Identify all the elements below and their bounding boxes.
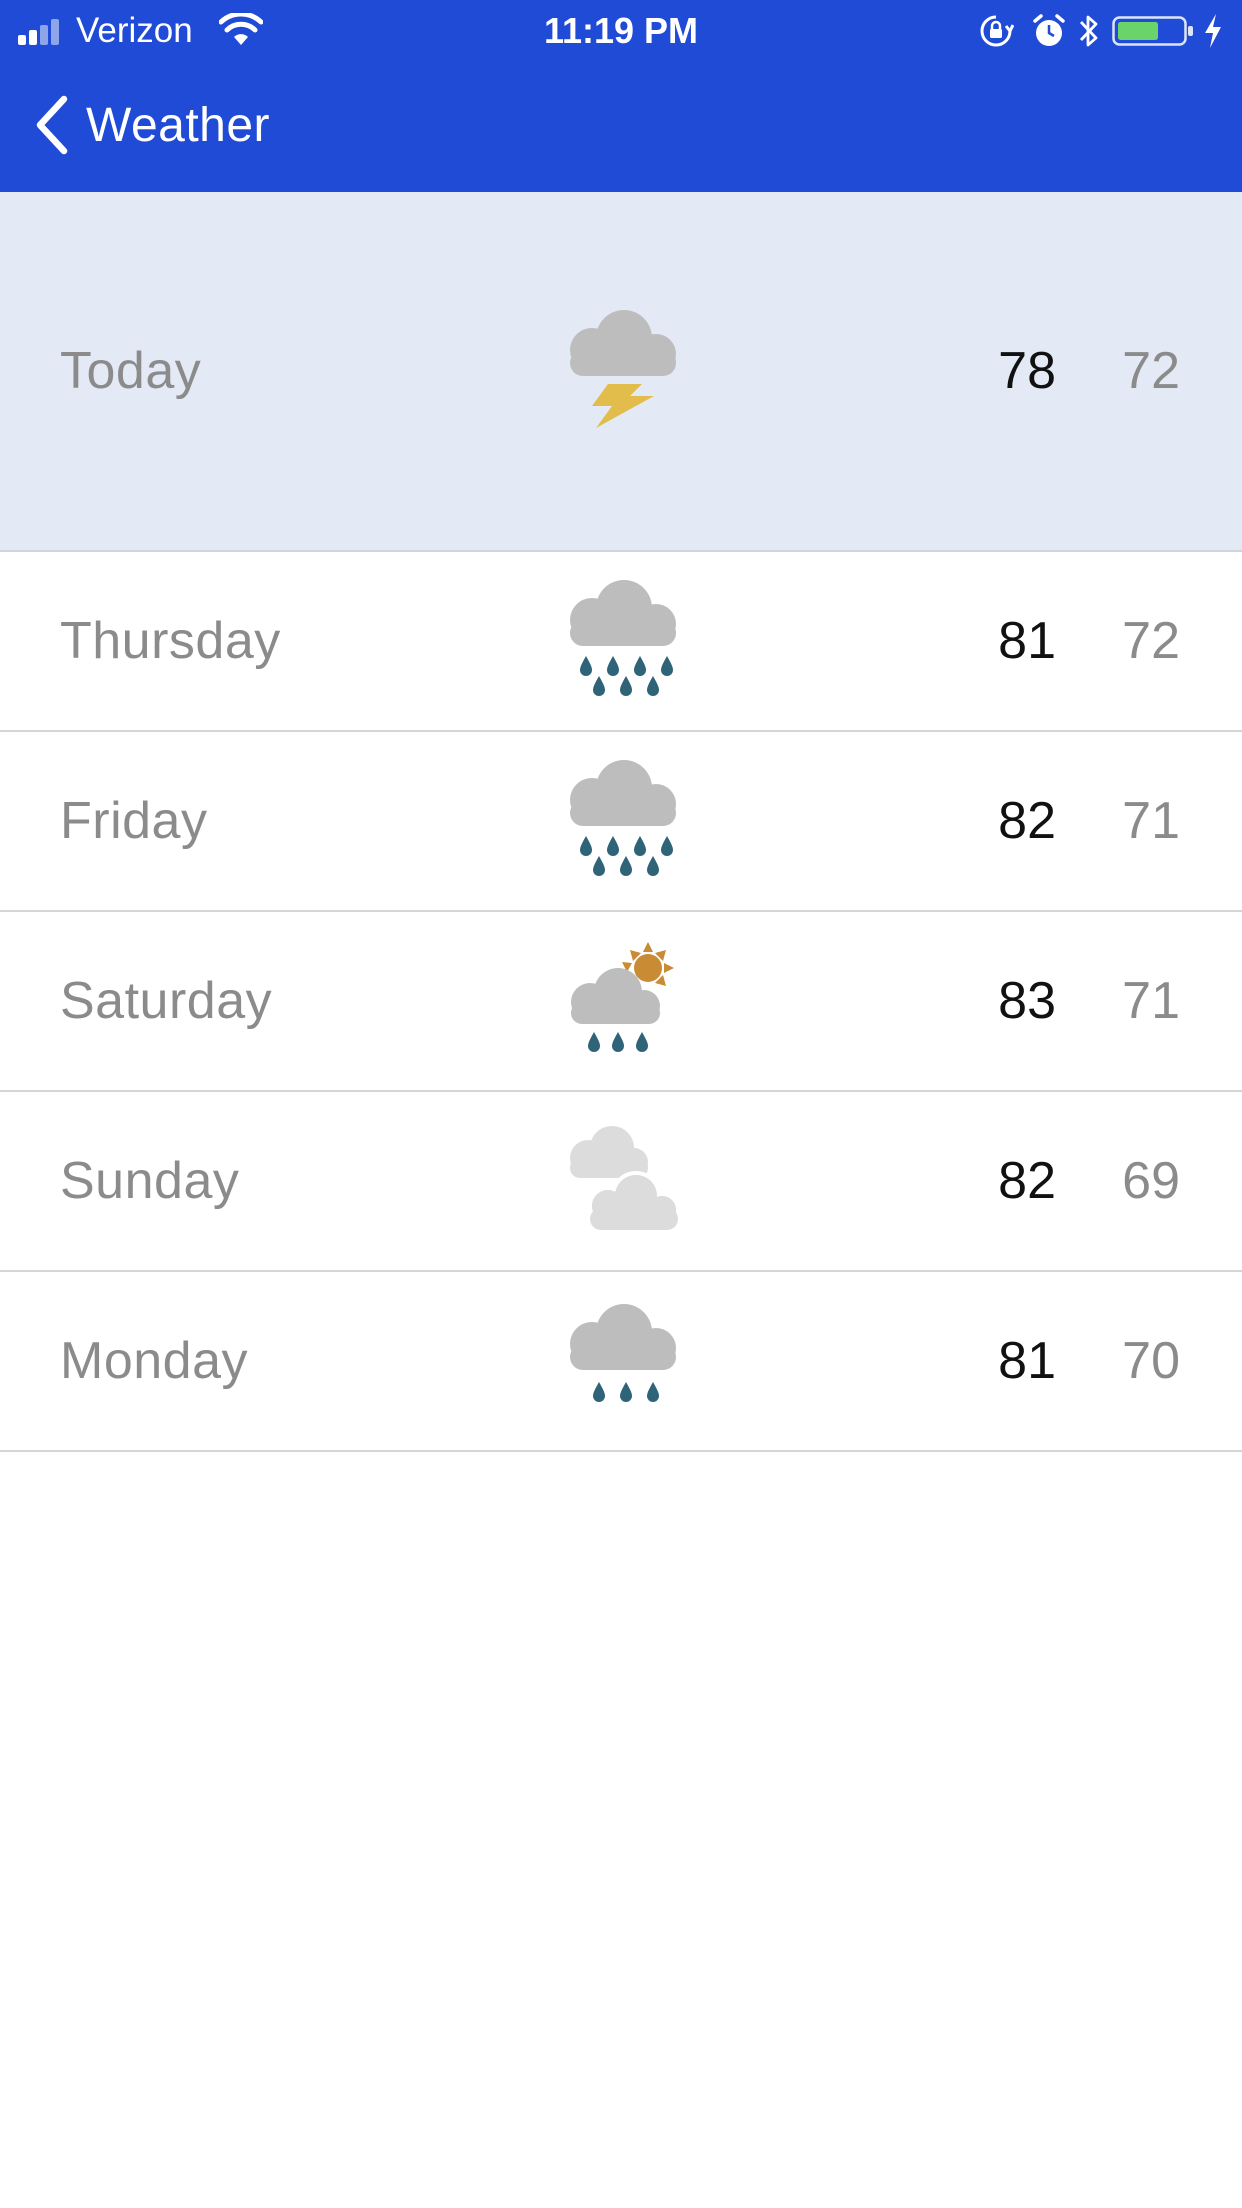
forecast-row[interactable]: Monday 81 70 (0, 1272, 1242, 1452)
nav-bar: Weather (0, 62, 1242, 192)
heavy-rain-icon (556, 756, 686, 886)
forecast-row-today[interactable]: Today 78 72 (0, 192, 1242, 552)
high-temp: 78 (998, 342, 1056, 400)
back-button-label: Weather (86, 98, 271, 152)
high-temp: 81 (998, 612, 1056, 670)
forecast-list: Today 78 72 Thursday 81 72 Friday 82 71 … (0, 192, 1242, 1452)
high-temp: 83 (998, 972, 1056, 1030)
day-label: Saturday (60, 972, 273, 1030)
charging-bolt-icon (1205, 14, 1221, 48)
bluetooth-icon (1079, 15, 1098, 47)
back-button[interactable]: Weather (30, 90, 270, 160)
alarm-icon (1033, 14, 1065, 46)
status-icons (978, 11, 1228, 51)
forecast-row[interactable]: Thursday 81 72 (0, 552, 1242, 732)
day-label: Monday (60, 1332, 248, 1390)
low-temp: 69 (1122, 1152, 1180, 1210)
light-rain-icon (556, 1296, 686, 1426)
low-temp: 71 (1122, 972, 1180, 1030)
low-temp: 72 (1122, 342, 1180, 400)
high-temp: 82 (998, 1152, 1056, 1210)
heavy-rain-icon (556, 576, 686, 706)
day-label: Friday (60, 792, 208, 850)
forecast-row[interactable]: Friday 82 71 (0, 732, 1242, 912)
status-bar: Verizon 11:19 PM (0, 0, 1242, 62)
cloudy-icon (556, 1116, 686, 1246)
thunderstorm-icon (556, 306, 686, 436)
battery-icon (1112, 16, 1193, 46)
chevron-left-icon (36, 95, 68, 155)
low-temp: 72 (1122, 612, 1180, 670)
app-header: Verizon 11:19 PM Weather (0, 0, 1242, 192)
day-label: Sunday (60, 1152, 240, 1210)
low-temp: 71 (1122, 792, 1180, 850)
low-temp: 70 (1122, 1332, 1180, 1390)
forecast-row[interactable]: Saturday 83 71 (0, 912, 1242, 1092)
high-temp: 82 (998, 792, 1056, 850)
sun-showers-icon (556, 936, 686, 1066)
rotation-lock-icon (980, 15, 1014, 47)
day-label: Today (60, 342, 202, 400)
day-label: Thursday (60, 612, 281, 670)
high-temp: 81 (998, 1332, 1056, 1390)
forecast-row[interactable]: Sunday 82 69 (0, 1092, 1242, 1272)
